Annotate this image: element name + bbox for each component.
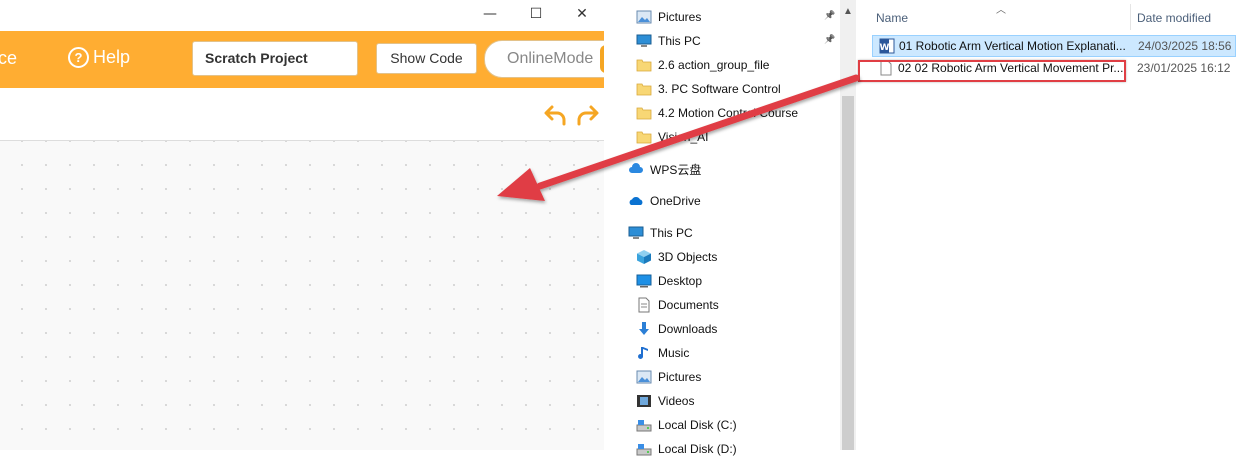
3d-objects-icon <box>636 249 652 265</box>
nav-item-label: WPS云盘 <box>650 162 702 177</box>
help-label: Help <box>93 47 131 67</box>
nav-item-label: Desktop <box>658 274 703 288</box>
online-mode-toggle[interactable]: OnlineMode <box>484 40 604 78</box>
nav-item-label: 4.2 Motion Control Course <box>658 106 799 120</box>
app-title-bar: — ☐ ✕ <box>0 0 604 31</box>
file-list-pane: ︿ Name Date modified W 01 Robotic Arm Ve… <box>858 0 1236 450</box>
file-name: 01 Robotic Arm Vertical Motion Explanati… <box>899 39 1126 53</box>
desktop-icon <box>636 273 652 289</box>
nav-item[interactable]: OneDrive <box>628 191 701 211</box>
word-document-icon: W <box>879 38 895 54</box>
help-button[interactable]: ? Help <box>68 47 130 68</box>
disk-icon <box>636 441 652 457</box>
close-button[interactable]: ✕ <box>572 4 592 24</box>
undo-icon[interactable] <box>543 102 567 126</box>
file-row-selected[interactable]: W 01 Robotic Arm Vertical Motion Explana… <box>872 35 1236 57</box>
nav-item[interactable]: Local Disk (D:) <box>636 439 737 459</box>
redo-icon[interactable] <box>576 102 600 126</box>
nav-item-label: Documents <box>658 298 719 312</box>
nav-item[interactable]: Desktop <box>636 271 702 291</box>
nav-item-label: Pictures <box>658 10 702 24</box>
maximize-button[interactable]: ☐ <box>526 4 546 24</box>
nav-item-label: Vision_AI <box>658 130 709 144</box>
this-pc-icon <box>636 33 652 49</box>
folder-icon <box>636 105 652 121</box>
disk-icon <box>636 417 652 433</box>
onedrive-icon <box>628 193 644 209</box>
blank-file-icon <box>880 60 892 76</box>
nav-item-label: Videos <box>658 394 695 408</box>
pin-icon[interactable]: 📌 <box>824 34 835 45</box>
nav-item[interactable]: Pictures <box>636 367 701 387</box>
column-divider[interactable] <box>1130 4 1131 30</box>
nav-scrollbar[interactable]: ▲ <box>840 0 856 450</box>
file-date: 23/01/2025 16:12 <box>1137 61 1231 75</box>
nav-item[interactable]: Pictures <box>636 7 701 27</box>
nav-item[interactable]: 3. PC Software Control <box>636 79 781 99</box>
pictures-icon <box>636 369 652 385</box>
nav-item[interactable]: Music <box>636 343 689 363</box>
pictures-icon <box>636 9 652 25</box>
videos-icon <box>636 393 652 409</box>
code-workspace-canvas[interactable] <box>0 141 604 450</box>
nav-item-label: 3D Objects <box>658 250 718 264</box>
sort-chevron-icon: ︿ <box>996 5 1006 16</box>
nav-item-label: 2.6 action_group_file <box>658 58 770 72</box>
nav-item[interactable]: Local Disk (C:) <box>636 415 737 435</box>
menu-item-partial[interactable]: ce <box>0 48 17 69</box>
pin-icon[interactable]: 📌 <box>824 10 835 21</box>
cloud-icon <box>628 161 644 177</box>
nav-item[interactable]: This PC <box>628 223 693 243</box>
svg-text:W: W <box>880 43 890 53</box>
nav-item-label: Local Disk (D:) <box>658 442 737 456</box>
folder-icon <box>636 81 652 97</box>
this-pc-icon <box>628 225 644 241</box>
nav-item-label: Downloads <box>658 322 718 336</box>
nav-item-label: This PC <box>658 34 701 48</box>
file-row[interactable]: 02 02 Robotic Arm Vertical Movement Pr..… <box>872 57 1236 79</box>
scroll-up-icon[interactable]: ▲ <box>840 6 856 20</box>
nav-item[interactable]: WPS云盘 <box>628 159 701 179</box>
nav-item-label: 3. PC Software Control <box>658 82 781 96</box>
nav-item[interactable]: 4.2 Motion Control Course <box>636 103 798 123</box>
folder-icon <box>636 57 652 73</box>
downloads-icon <box>636 321 652 337</box>
documents-icon <box>636 297 652 313</box>
nav-item-label: Local Disk (C:) <box>658 418 737 432</box>
scratch-app-window: — ☐ ✕ ce ? Help Scratch Project Show Cod… <box>0 0 604 450</box>
folder-icon <box>636 129 652 145</box>
nav-item[interactable]: This PC <box>636 31 701 51</box>
file-explorer-window: Pictures 📌 This PC 📌 2.6 action_group_file 3.… <box>604 0 1236 456</box>
nav-item-label: Music <box>658 346 690 360</box>
nav-item-label: Pictures <box>658 370 702 384</box>
help-icon: ? <box>68 47 89 68</box>
nav-item[interactable]: Vision_AI <box>636 127 708 147</box>
minimize-button[interactable]: — <box>480 4 500 24</box>
column-header-name[interactable]: Name <box>876 11 908 25</box>
nav-item[interactable]: Documents <box>636 295 719 315</box>
scroll-thumb[interactable] <box>842 96 854 450</box>
nav-item[interactable]: 3D Objects <box>636 247 717 267</box>
project-name-input[interactable]: Scratch Project <box>192 41 358 76</box>
nav-item[interactable]: Downloads <box>636 319 717 339</box>
nav-item-label: This PC <box>650 226 693 240</box>
show-code-button[interactable]: Show Code <box>376 43 477 74</box>
nav-item[interactable]: Videos <box>636 391 694 411</box>
nav-item-label: OneDrive <box>650 194 701 208</box>
navigation-pane: Pictures 📌 This PC 📌 2.6 action_group_file 3.… <box>604 0 840 456</box>
file-date: 24/03/2025 18:56 <box>1138 39 1232 53</box>
music-icon <box>636 345 652 361</box>
nav-item[interactable]: 2.6 action_group_file <box>636 55 769 75</box>
column-header-date-modified[interactable]: Date modified <box>1137 11 1211 25</box>
file-name: 02 02 Robotic Arm Vertical Movement Pr..… <box>898 61 1124 75</box>
